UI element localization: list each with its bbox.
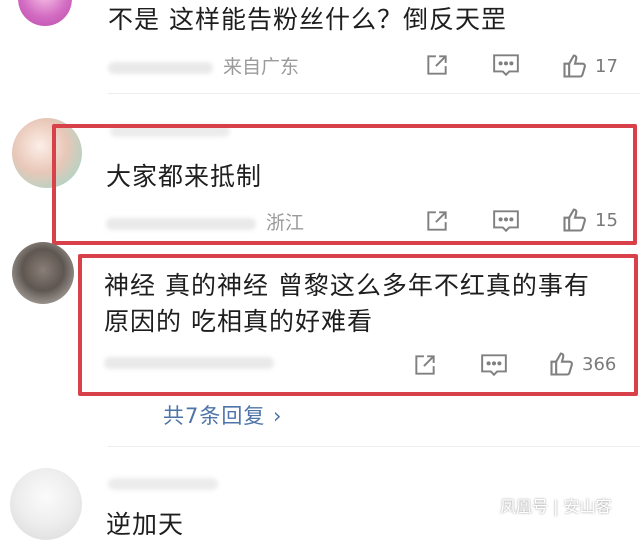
comment-location: 浙江: [266, 212, 305, 234]
comment-text: 大家都来抵制: [106, 162, 263, 191]
divider: [108, 93, 640, 94]
comment-meta: 来自广东: [108, 52, 299, 79]
view-replies-link[interactable]: 共7条回复 ›: [163, 400, 282, 430]
like-button[interactable]: 17: [561, 52, 618, 80]
share-button[interactable]: [412, 352, 438, 378]
comment-button[interactable]: [480, 352, 508, 378]
share-button[interactable]: [424, 208, 450, 234]
comment-icon: [481, 354, 507, 377]
like-button[interactable]: 366: [548, 350, 616, 378]
like-count: 366: [582, 353, 617, 375]
comment-meta: 浙江: [106, 208, 304, 235]
thumbs-up-icon: [550, 352, 573, 376]
like-count: 15: [595, 209, 618, 231]
comment-text: 不是 这样能告粉丝什么？倒反天罡: [108, 5, 507, 34]
watermark: 凤凰号 | 安山客: [500, 497, 612, 516]
comment-text: 逆加天: [106, 510, 185, 539]
avatar[interactable]: [18, 0, 72, 26]
thumbs-up-icon: [563, 54, 586, 78]
like-button[interactable]: 15: [561, 206, 618, 234]
username-blurred: [108, 478, 218, 490]
avatar[interactable]: [10, 468, 82, 540]
share-icon: [415, 355, 435, 375]
comment-location: 来自广东: [223, 56, 300, 78]
share-button[interactable]: [424, 52, 450, 78]
comment-icon: [493, 210, 519, 233]
comment-text-line1: 神经 真的神经 曾黎这么多年不红真的事有: [104, 271, 590, 300]
comment-button[interactable]: [492, 208, 520, 234]
comment-text-line2: 原因的 吃相真的好难看: [104, 307, 373, 336]
thumbs-up-icon: [563, 208, 586, 232]
comment-meta: [104, 352, 284, 373]
comment-icon: [493, 54, 519, 77]
share-icon: [427, 55, 447, 75]
divider: [108, 446, 640, 447]
like-count: 17: [595, 55, 618, 77]
comment-button[interactable]: [492, 52, 520, 78]
avatar[interactable]: [12, 242, 74, 304]
share-icon: [427, 211, 447, 231]
